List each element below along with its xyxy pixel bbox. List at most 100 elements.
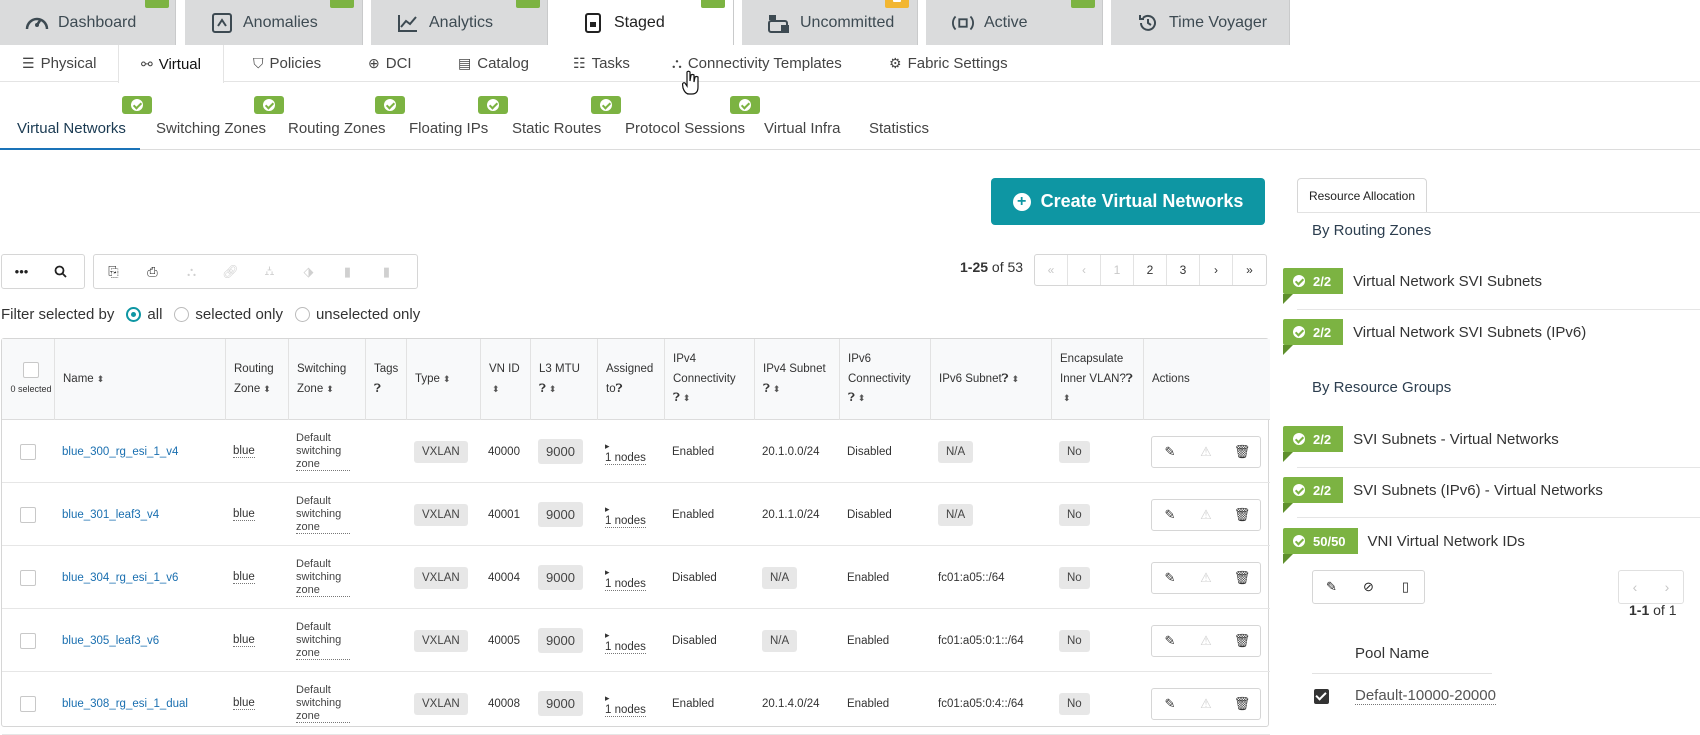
expand-caret-icon[interactable]: ▸ (605, 441, 610, 451)
help-icon[interactable]: ❓︎ (539, 383, 546, 395)
tab-active[interactable]: Active (926, 0, 1103, 45)
help-icon[interactable]: ❓︎ (616, 383, 623, 395)
warning-icon[interactable]: ⚠ (1188, 500, 1224, 530)
page-3[interactable]: 3 (1167, 255, 1200, 285)
last-page-icon[interactable]: » (1233, 255, 1266, 285)
row-checkbox[interactable] (20, 443, 36, 460)
col-assigned-to[interactable]: Assigned to❓︎ (597, 339, 664, 420)
expand-caret-icon[interactable]: ▸ (605, 693, 610, 703)
tab-anomalies[interactable]: Anomalies (185, 0, 363, 45)
link-icon[interactable]: 🔗︎ (211, 255, 250, 288)
vn-name-link[interactable]: blue_304_rg_esi_1_v6 (62, 572, 178, 584)
trash-icon[interactable]: 🗑︎ (1224, 500, 1260, 530)
col-name[interactable]: Name ⬍ (54, 339, 225, 420)
switching-zone-link[interactable]: zone (296, 458, 350, 471)
pool-checkbox[interactable] (1314, 689, 1329, 704)
trash-icon[interactable]: 🗑︎ (1224, 626, 1260, 656)
tab-protocol-sessions[interactable]: Protocol Sessions (625, 120, 745, 137)
prev-page-icon[interactable]: ‹ (1619, 571, 1651, 603)
col-encapsulate[interactable]: Encapsulate Inner VLAN?❓︎ ⬍ (1051, 339, 1143, 420)
routing-zone-link[interactable]: blue (233, 445, 255, 458)
edit-icon[interactable]: ✎ (1152, 689, 1188, 719)
help-icon[interactable]: ❓︎ (1002, 370, 1009, 390)
assigned-nodes-link[interactable]: 1 nodes (605, 703, 646, 717)
edit-icon[interactable]: ✎ (1152, 626, 1188, 656)
tab-virtual-infra[interactable]: Virtual Infra (764, 120, 840, 137)
edit-icon[interactable]: ✎ (1152, 500, 1188, 530)
warning-icon[interactable]: ⚠ (1188, 437, 1224, 467)
assigned-nodes-link[interactable]: 1 nodes (605, 514, 646, 528)
next-page-icon[interactable]: › (1651, 571, 1683, 603)
import-icon[interactable]: ⎘ (94, 255, 133, 288)
switching-zone-link[interactable]: zone (296, 647, 350, 660)
search-icon[interactable] (41, 255, 80, 288)
page-2[interactable]: 2 (1134, 255, 1167, 285)
col-tags[interactable]: Tags ❓︎ (365, 339, 406, 420)
tab-uncommitted[interactable]: Uncommitted (742, 0, 918, 45)
radio-selected-only[interactable] (174, 307, 190, 322)
col-switching-zone[interactable]: Switching Zone ⬍ (288, 339, 365, 420)
nav-virtual[interactable]: ⚯ Virtual (118, 45, 224, 83)
tab-statistics[interactable]: Statistics (869, 120, 929, 137)
delete-icon[interactable]: ▮ (367, 255, 406, 288)
edit-icon[interactable]: ✎ (1152, 563, 1188, 593)
trash-icon[interactable]: 🗑︎ (1224, 437, 1260, 467)
nav-fabric-settings[interactable]: ⚙ Fabric Settings (889, 45, 1008, 82)
resource-item[interactable]: 50/50 VNI Virtual Network IDs (1283, 528, 1525, 564)
radio-unselected-only[interactable] (294, 307, 310, 322)
col-type[interactable]: Type ⬍ (406, 339, 480, 420)
select-all-checkbox[interactable] (23, 361, 39, 378)
assigned-nodes-link[interactable]: 1 nodes (605, 640, 646, 654)
vn-name-link[interactable]: blue_300_rg_esi_1_v4 (62, 446, 178, 458)
row-checkbox[interactable] (20, 569, 36, 586)
vn-name-link[interactable]: blue_305_leaf3_v6 (62, 635, 159, 647)
tab-switching-zones[interactable]: Switching Zones (156, 120, 266, 137)
trash-icon[interactable]: 🗑︎ (1224, 689, 1260, 719)
warning-icon[interactable]: ⚠ (1188, 626, 1224, 656)
resource-item[interactable]: 2/2 Virtual Network SVI Subnets (1283, 268, 1542, 304)
edit-icon[interactable]: ✎ (1313, 571, 1350, 603)
document-icon[interactable]: ▯ (1387, 571, 1424, 603)
edit-icon[interactable]: ✎ (1152, 437, 1188, 467)
nav-tasks[interactable]: ☷ Tasks (573, 45, 630, 82)
tab-virtual-networks[interactable]: Virtual Networks (17, 120, 126, 137)
row-checkbox[interactable] (20, 695, 36, 712)
vn-name-link[interactable]: blue_301_leaf3_v4 (62, 509, 159, 521)
resource-item[interactable]: 2/2 Virtual Network SVI Subnets (IPv6) (1283, 319, 1586, 355)
tab-time-voyager[interactable]: Time Voyager (1111, 0, 1290, 45)
disable-icon[interactable]: ⊘ (1350, 571, 1387, 603)
page-1[interactable]: 1 (1101, 255, 1134, 285)
tab-static-routes[interactable]: Static Routes (512, 120, 601, 137)
hierarchy-icon[interactable]: ⛬ (172, 255, 211, 288)
col-ipv4-subnet[interactable]: IPv4 Subnet ❓︎ ⬍ (754, 339, 839, 420)
pool-name[interactable]: Default-10000-20000 (1355, 687, 1496, 705)
expand-caret-icon[interactable]: ▸ (605, 630, 610, 640)
row-checkbox[interactable] (20, 506, 36, 523)
nav-physical[interactable]: ☰ Physical (22, 45, 96, 82)
prev-page-icon[interactable]: ‹ (1068, 255, 1101, 285)
expand-caret-icon[interactable]: ▸ (605, 504, 610, 514)
nav-catalog[interactable]: ▤ Catalog (458, 45, 529, 82)
routing-zone-link[interactable]: blue (233, 634, 255, 647)
tab-staged[interactable]: Staged (556, 0, 734, 45)
tab-routing-zones[interactable]: Routing Zones (288, 120, 386, 137)
assigned-nodes-link[interactable]: 1 nodes (605, 577, 646, 591)
help-icon[interactable]: ❓︎ (763, 383, 770, 395)
routing-zone-link[interactable]: blue (233, 571, 255, 584)
help-icon[interactable]: ❓︎ (374, 383, 381, 395)
col-ipv6-subnet[interactable]: IPv6 Subnet ❓︎ ⬍ (930, 339, 1051, 420)
help-icon[interactable]: ❓︎ (673, 392, 680, 404)
routing-zone-link[interactable]: blue (233, 508, 255, 521)
assign-icon[interactable]: ⛼ (250, 255, 289, 288)
radio-all[interactable] (126, 307, 142, 322)
switching-zone-link[interactable]: zone (296, 521, 350, 534)
tab-analytics[interactable]: Analytics (371, 0, 548, 45)
vn-name-link[interactable]: blue_308_rg_esi_1_dual (62, 698, 188, 710)
col-vn-id[interactable]: VN ID ⬍ (480, 339, 530, 420)
col-routing-zone[interactable]: Routing Zone ⬍ (225, 339, 288, 420)
col-ipv6-connectivity[interactable]: IPv6 Connectivity ❓︎ ⬍ (839, 339, 930, 420)
tab-floating-ips[interactable]: Floating IPs (409, 120, 488, 137)
col-l3-mtu[interactable]: L3 MTU ❓︎ ⬍ (530, 339, 597, 420)
resource-item[interactable]: 2/2 SVI Subnets - Virtual Networks (1283, 426, 1559, 462)
assigned-nodes-link[interactable]: 1 nodes (605, 451, 646, 465)
